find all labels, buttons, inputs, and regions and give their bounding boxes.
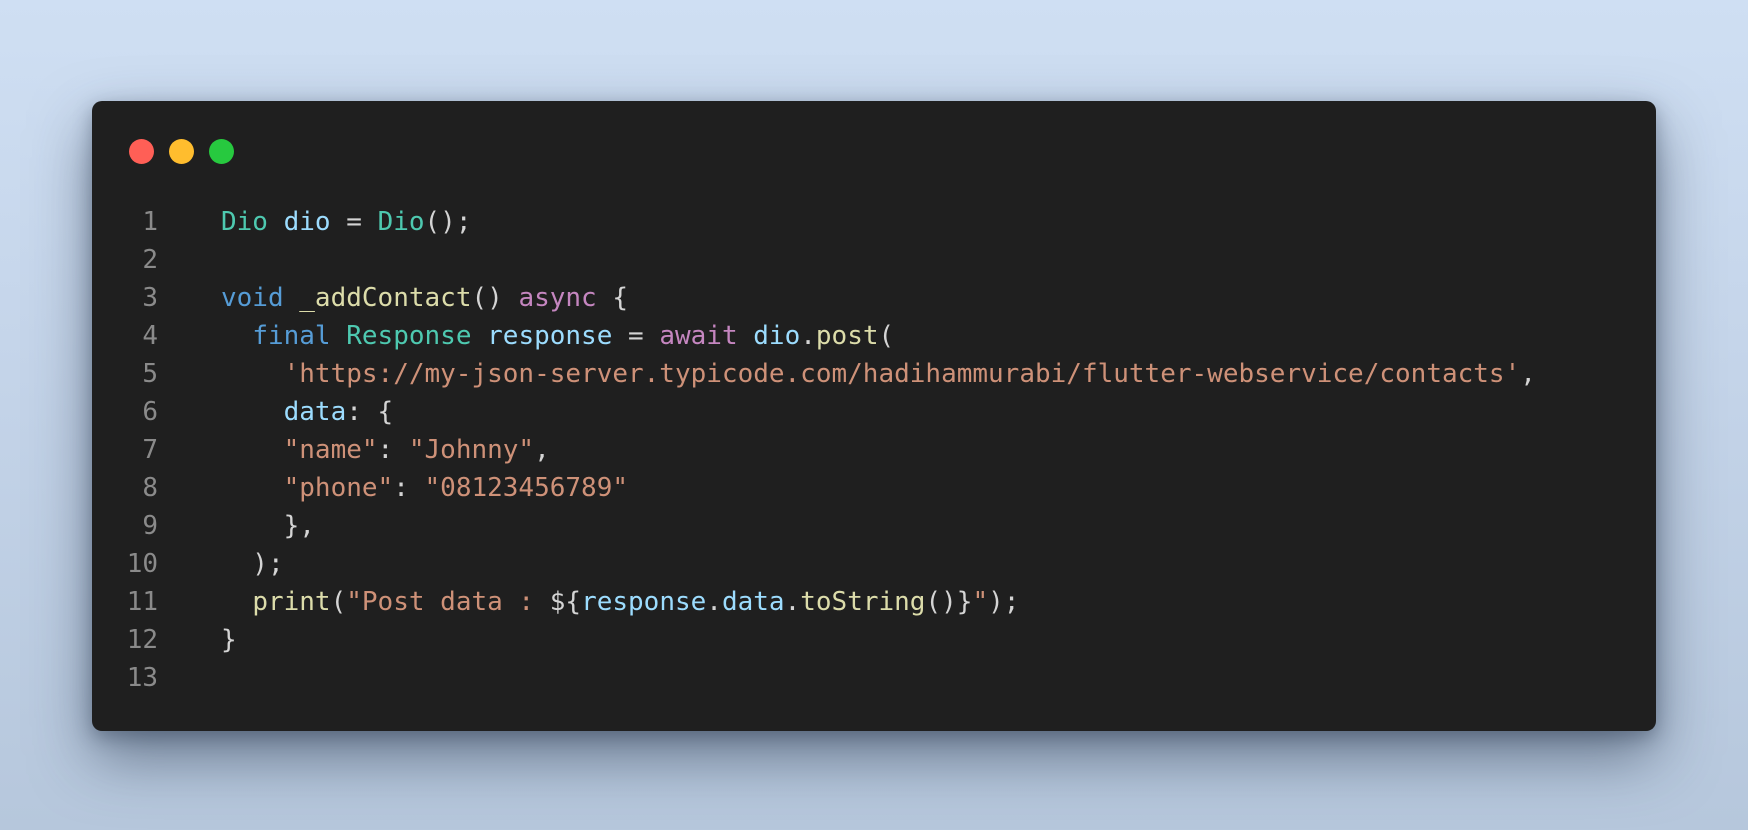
code-token-type: Dio [221, 207, 268, 237]
code-line: 12} [92, 621, 1656, 659]
code-token-punctuation: , [1520, 359, 1536, 389]
code-token-punctuation [221, 435, 284, 465]
code-token-type: Dio [377, 207, 425, 237]
code-line: 3 void _addContact() async { [92, 279, 1656, 317]
code-token-punctuation: }, [221, 511, 315, 541]
code-token-function: toString [800, 587, 926, 617]
code-token-string: "phone" [283, 473, 394, 503]
code-token-punctuation: ( [330, 587, 347, 617]
code-line: 4 final Response response = await dio.po… [92, 317, 1656, 355]
line-number: 4 [142, 321, 158, 351]
code-token-function: post [815, 321, 879, 351]
code-token-punctuation: ( [878, 321, 895, 351]
code-token-string: "08123456789" [424, 473, 629, 503]
code-token-variable: dio [283, 207, 331, 237]
line-number: 1 [142, 207, 158, 237]
code-token-punctuation: = [330, 207, 378, 237]
code-token-punctuation [331, 321, 347, 351]
code-token-punctuation [221, 397, 284, 427]
line-number: 7 [142, 435, 158, 465]
code-token-function: print [252, 587, 331, 617]
code-line-text: 'https://my-json-server.typicode.com/had… [221, 355, 1536, 393]
code-token-punctuation: () [471, 283, 519, 313]
code-token-punctuation [284, 283, 300, 313]
code-line-text: print("Post data : ${response.data.toStr… [221, 583, 1019, 621]
code-line-text: final Response response = await dio.post… [221, 317, 894, 355]
code-token-punctuation [221, 587, 252, 617]
line-number: 9 [142, 511, 158, 541]
code-token-punctuation: , [534, 435, 550, 465]
code-token-punctuation: ${ [549, 587, 582, 617]
code-token-variable: data [283, 397, 347, 427]
code-line: 11 print("Post data : ${response.data.to… [92, 583, 1656, 621]
code-token-punctuation: . [784, 587, 801, 617]
code-token-punctuation [221, 321, 252, 351]
code-token-variable: response [581, 587, 707, 617]
code-line-text: data: { [221, 393, 394, 431]
code-token-punctuation: ); [988, 587, 1020, 617]
code-line-text: "name": "Johnny", [221, 431, 550, 469]
code-token-punctuation: . [800, 321, 816, 351]
line-number: 10 [126, 549, 158, 579]
code-line: 1 Dio dio = Dio(); [92, 203, 1656, 241]
code-token-punctuation: (); [424, 207, 472, 237]
code-token-control: await [659, 321, 738, 351]
code-token-punctuation: : [393, 473, 425, 503]
code-token-variable: data [721, 587, 785, 617]
close-dot-icon[interactable] [129, 139, 154, 164]
code-token-punctuation [738, 321, 754, 351]
code-token-punctuation: ); [221, 549, 284, 579]
code-line: 13 [92, 659, 1656, 697]
line-number: 13 [126, 663, 158, 693]
line-number: 8 [142, 473, 158, 503]
code-line: 2 [92, 241, 1656, 279]
line-number: 11 [126, 587, 158, 617]
code-token-keyword: final [252, 321, 331, 351]
code-token-function: _addContact [299, 283, 472, 313]
code-token-punctuation: . [706, 587, 722, 617]
code-line-text: Dio dio = Dio(); [221, 203, 472, 241]
code-token-type: Response [346, 321, 472, 351]
code-token-punctuation [221, 473, 284, 503]
code-line: 8 "phone": "08123456789" [92, 469, 1656, 507]
code-line: 5 'https://my-json-server.typicode.com/h… [92, 355, 1656, 393]
line-number: 3 [142, 283, 158, 313]
code-token-punctuation: : { [346, 397, 394, 427]
code-token-string: "Johnny" [408, 435, 535, 465]
code-token-string: " [972, 587, 989, 617]
code-token-string: 'https://my-json-server.typicode.com/had… [283, 359, 1521, 389]
code-line: 9 }, [92, 507, 1656, 545]
code-token-variable: response [487, 321, 613, 351]
code-token-punctuation: ()} [925, 587, 973, 617]
code-line-text: void _addContact() async { [221, 279, 628, 317]
code-token-variable: dio [753, 321, 801, 351]
minimize-dot-icon[interactable] [169, 139, 194, 164]
code-token-punctuation [268, 207, 284, 237]
window-controls [129, 139, 234, 164]
code-line-text: }, [221, 507, 315, 545]
code-line: 10 ); [92, 545, 1656, 583]
code-line-text: ); [221, 545, 284, 583]
code-token-punctuation [471, 321, 487, 351]
code-token-punctuation: } [221, 625, 237, 655]
code-editor: 1 Dio dio = Dio(); 2 3 void _addContact() as… [92, 203, 1656, 697]
code-token-punctuation: = [612, 321, 660, 351]
code-window: 1 Dio dio = Dio(); 2 3 void _addContact() as… [92, 101, 1656, 731]
code-token-string: "name" [283, 435, 378, 465]
code-line: 7 "name": "Johnny", [92, 431, 1656, 469]
code-token-punctuation [221, 359, 284, 389]
code-token-control: async [518, 283, 597, 313]
line-number: 2 [142, 245, 158, 275]
code-token-punctuation: : [377, 435, 409, 465]
maximize-dot-icon[interactable] [209, 139, 234, 164]
line-number: 5 [142, 359, 158, 389]
code-token-string: "Post data : [346, 587, 550, 617]
code-token-keyword: void [221, 283, 284, 313]
code-token-punctuation: { [596, 283, 629, 313]
line-number: 6 [142, 397, 158, 427]
code-line-text: } [221, 621, 237, 659]
code-line: 6 data: { [92, 393, 1656, 431]
line-number: 12 [126, 625, 158, 655]
code-line-text: "phone": "08123456789" [221, 469, 628, 507]
